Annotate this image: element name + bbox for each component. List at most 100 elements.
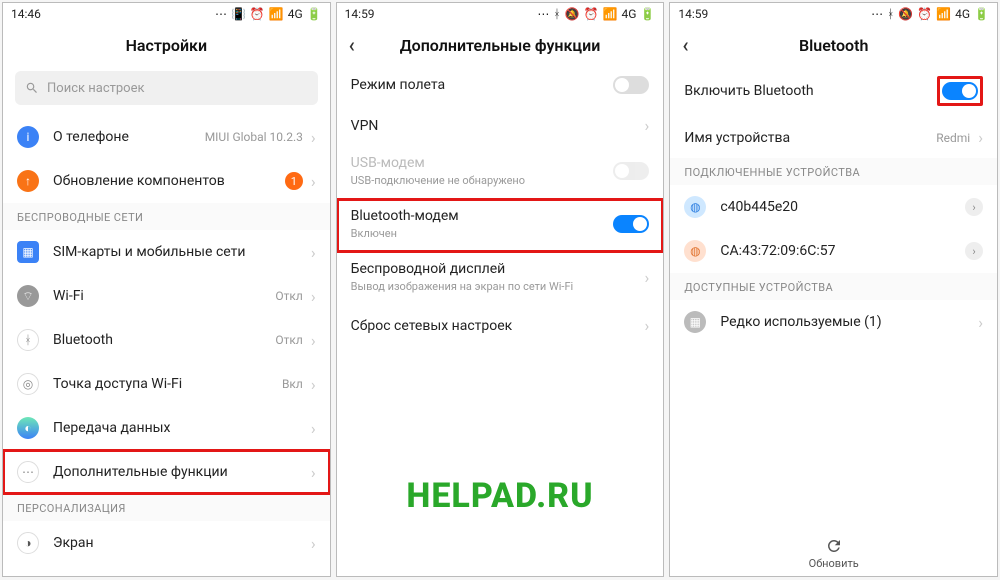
network-type: 4G bbox=[955, 7, 970, 21]
bluetooth-icon: ᚼ bbox=[553, 7, 560, 21]
row-sublabel: USB-подключение не обнаружено bbox=[351, 174, 525, 187]
back-button[interactable]: ‹ bbox=[682, 33, 688, 57]
row-value: Вкл bbox=[282, 377, 303, 391]
row-label: О телефоне bbox=[53, 129, 205, 145]
airplane-toggle[interactable] bbox=[613, 76, 649, 94]
row-vpn[interactable]: VPN › bbox=[337, 105, 664, 146]
status-icons: ⋯ ᚼ 🔕 ⏰ 📶 4G 🔋 bbox=[537, 7, 655, 21]
status-bar: 14:46 ⋯ 📳 ⏰ 📶 4G 🔋 bbox=[3, 3, 330, 25]
chevron-right-icon[interactable]: › bbox=[965, 242, 983, 260]
search-placeholder: Поиск настроек bbox=[47, 81, 145, 96]
row-enable-bluetooth[interactable]: Включить Bluetooth bbox=[670, 65, 997, 117]
chevron-right-icon: › bbox=[978, 313, 983, 332]
chevron-right-icon: › bbox=[645, 316, 650, 335]
vibrate-icon: 📳 bbox=[231, 7, 246, 21]
chevron-right-icon: › bbox=[311, 419, 316, 438]
row-airplane-mode[interactable]: Режим полета bbox=[337, 65, 664, 105]
clock: 14:46 bbox=[11, 7, 41, 21]
chevron-right-icon: › bbox=[311, 287, 316, 306]
row-bluetooth-tether[interactable]: Bluetooth-модем Включен bbox=[337, 199, 664, 252]
refresh-button[interactable]: Обновить bbox=[670, 529, 997, 576]
row-wireless-display[interactable]: Беспроводной дисплей Вывод изображения н… bbox=[337, 252, 664, 305]
row-component-updates[interactable]: ↑ Обновление компонентов 1 › bbox=[3, 159, 330, 203]
row-value: Откл bbox=[275, 333, 302, 347]
watermark: HELPAD.RU bbox=[337, 476, 664, 516]
row-more-functions[interactable]: ⋯ Дополнительные функции › bbox=[3, 450, 330, 494]
phone-settings: 14:46 ⋯ 📳 ⏰ 📶 4G 🔋 Настройки Поиск настр… bbox=[2, 2, 331, 577]
phone-bluetooth: 14:59 ⋯ ᚼ 🔕 ⏰ 📶 4G 🔋 ‹ Bluetooth Включит… bbox=[669, 2, 998, 577]
battery-icon: 🔋 bbox=[307, 7, 322, 21]
chevron-right-icon: › bbox=[311, 243, 316, 262]
row-label: CA:43:72:09:6C:57 bbox=[720, 243, 965, 259]
row-display[interactable]: ◑ Экран › bbox=[3, 521, 330, 565]
chevron-right-icon[interactable]: › bbox=[965, 198, 983, 216]
row-label: Редко используемые (1) bbox=[720, 314, 978, 330]
row-label: Экран bbox=[53, 535, 311, 551]
row-label: Bluetooth-модем bbox=[351, 208, 459, 224]
row-value: Redmi bbox=[936, 131, 970, 145]
page-title-bar: Настройки bbox=[3, 25, 330, 65]
chevron-right-icon: › bbox=[311, 331, 316, 350]
row-reset-network[interactable]: Сброс сетевых настроек › bbox=[337, 305, 664, 346]
phone-more-functions: 14:59 ⋯ ᚼ 🔕 ⏰ 📶 4G 🔋 ‹ Дополнительные фу… bbox=[336, 2, 665, 577]
row-sublabel: Вывод изображения на экран по сети Wi-Fi bbox=[351, 280, 574, 293]
more-icon: ⋯ bbox=[17, 461, 39, 483]
network-type: 4G bbox=[621, 7, 636, 21]
device-generic-icon: ◍ bbox=[684, 196, 706, 218]
row-device-name[interactable]: Имя устройства Redmi › bbox=[670, 117, 997, 158]
refresh-icon bbox=[825, 537, 843, 555]
search-input[interactable]: Поиск настроек bbox=[15, 71, 318, 105]
chevron-right-icon: › bbox=[311, 128, 316, 147]
row-label: Wi-Fi bbox=[53, 288, 275, 304]
alarm-icon: ⏰ bbox=[250, 7, 265, 21]
status-bar: 14:59 ⋯ ᚼ 🔕 ⏰ 📶 4G 🔋 bbox=[670, 3, 997, 25]
page-title: Настройки bbox=[126, 36, 208, 55]
battery-icon: 🔋 bbox=[640, 7, 655, 21]
dnd-icon: 🔕 bbox=[898, 7, 913, 21]
more-icon: ⋯ bbox=[537, 7, 549, 21]
section-wireless: БЕСПРОВОДНЫЕ СЕТИ bbox=[3, 203, 330, 230]
row-paired-device[interactable]: ◍ c40b445e20 › bbox=[670, 185, 997, 229]
page-title-bar: ‹ Дополнительные функции bbox=[337, 25, 664, 65]
row-label: Беспроводной дисплей bbox=[351, 261, 574, 277]
row-label: c40b445e20 bbox=[720, 199, 965, 215]
network-type: 4G bbox=[288, 7, 303, 21]
row-sublabel: Включен bbox=[351, 227, 459, 240]
clock: 14:59 bbox=[678, 7, 708, 21]
refresh-label: Обновить bbox=[809, 557, 859, 570]
status-bar: 14:59 ⋯ ᚼ 🔕 ⏰ 📶 4G 🔋 bbox=[337, 3, 664, 25]
page-title: Bluetooth bbox=[799, 36, 868, 55]
battery-icon: 🔋 bbox=[974, 7, 989, 21]
row-paired-device[interactable]: ◍ CA:43:72:09:6C:57 › bbox=[670, 229, 997, 273]
row-data-usage[interactable]: ◐ Передача данных › bbox=[3, 406, 330, 450]
row-value: Откл bbox=[275, 289, 302, 303]
chevron-right-icon: › bbox=[645, 116, 650, 135]
bluetooth-tether-toggle[interactable] bbox=[613, 215, 649, 233]
chevron-right-icon: › bbox=[311, 463, 316, 482]
status-icons: ⋯ 📳 ⏰ 📶 4G 🔋 bbox=[215, 7, 322, 21]
row-label: Обновление компонентов bbox=[53, 173, 285, 189]
section-available: ДОСТУПНЫЕ УСТРОЙСТВА bbox=[670, 273, 997, 300]
bluetooth-icon: ᚼ bbox=[887, 7, 894, 21]
hotspot-icon: ◎ bbox=[17, 373, 39, 395]
row-label: Режим полета bbox=[351, 77, 614, 93]
more-icon: ⋯ bbox=[871, 7, 883, 21]
row-label: Включить Bluetooth bbox=[684, 83, 937, 99]
back-button[interactable]: ‹ bbox=[349, 33, 355, 57]
alarm-icon: ⏰ bbox=[584, 7, 599, 21]
row-bluetooth[interactable]: ᚼ Bluetooth Откл › bbox=[3, 318, 330, 362]
row-hotspot[interactable]: ◎ Точка доступа Wi-Fi Вкл › bbox=[3, 362, 330, 406]
badge-count: 1 bbox=[285, 172, 303, 190]
row-about-phone[interactable]: i О телефоне MIUI Global 10.2.3 › bbox=[3, 115, 330, 159]
page-title: Дополнительные функции bbox=[400, 36, 601, 55]
devices-folder-icon: ▦ bbox=[684, 311, 706, 333]
clock: 14:59 bbox=[345, 7, 375, 21]
row-sim-cards[interactable]: ▦ SIM-карты и мобильные сети › bbox=[3, 230, 330, 274]
bluetooth-icon: ᚼ bbox=[17, 329, 39, 351]
bluetooth-toggle[interactable] bbox=[942, 82, 978, 100]
row-rarely-used[interactable]: ▦ Редко используемые (1) › bbox=[670, 300, 997, 344]
chevron-right-icon: › bbox=[311, 534, 316, 553]
usb-tether-toggle bbox=[613, 162, 649, 180]
row-wifi[interactable]: ⌔ Wi-Fi Откл › bbox=[3, 274, 330, 318]
signal-icon: 📶 bbox=[603, 7, 618, 21]
